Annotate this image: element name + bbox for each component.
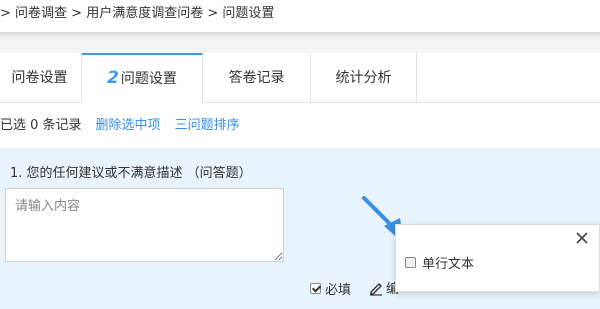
pencil-icon (370, 282, 382, 296)
question-title: 1. 您的任何建议或不满意描述 （问答题） (10, 166, 252, 181)
required-label: 必填 (325, 283, 352, 298)
tab-label: 统计分析 (335, 70, 392, 86)
sort-questions-link[interactable]: 三问题排序 (175, 118, 240, 133)
tab-label: 问题设置 (120, 71, 177, 87)
tab-bar: 问卷设置 2 问题设置 答卷记录 统计分析 (0, 53, 600, 104)
tab-question-settings[interactable]: 2 问题设置 (82, 53, 203, 104)
tab-label: 答卷记录 (228, 70, 285, 86)
toolbar: 已选 0 条记录 删除选中项 三问题排序 (0, 104, 600, 148)
required-checkbox[interactable] (310, 283, 321, 294)
breadcrumb: > 问卷调查 > 用户满意度调查问卷 > 问题设置 (0, 0, 600, 32)
answer-textarea[interactable] (5, 188, 284, 262)
delete-selected-link[interactable]: 删除选中项 (96, 118, 161, 133)
option-checkbox[interactable] (405, 257, 416, 268)
breadcrumb-separator: > (203, 6, 223, 21)
question-type-popup: 单行文本 (395, 224, 600, 292)
tab-statistics[interactable]: 统计分析 (311, 53, 417, 103)
breadcrumb-item-survey[interactable]: > 问卷调查 (0, 6, 67, 21)
breadcrumb-separator: > (67, 6, 87, 21)
question-type-option[interactable]: 单行文本 (405, 253, 474, 272)
breadcrumb-item-current: 问题设置 (222, 6, 275, 21)
close-icon[interactable] (574, 230, 590, 246)
tab-label: 问卷设置 (11, 70, 68, 86)
tab-survey-settings[interactable]: 问卷设置 (0, 53, 82, 103)
section-gap (0, 38, 600, 53)
breadcrumb-item-questionnaire[interactable]: 用户满意度调查问卷 (86, 6, 203, 21)
required-option[interactable]: 必填 (310, 279, 351, 298)
tab-step-number: 2 (107, 68, 119, 88)
option-label: 单行文本 (422, 257, 475, 272)
tab-answer-records[interactable]: 答卷记录 (203, 53, 311, 103)
selection-count: 已选 0 条记录 (0, 118, 82, 133)
